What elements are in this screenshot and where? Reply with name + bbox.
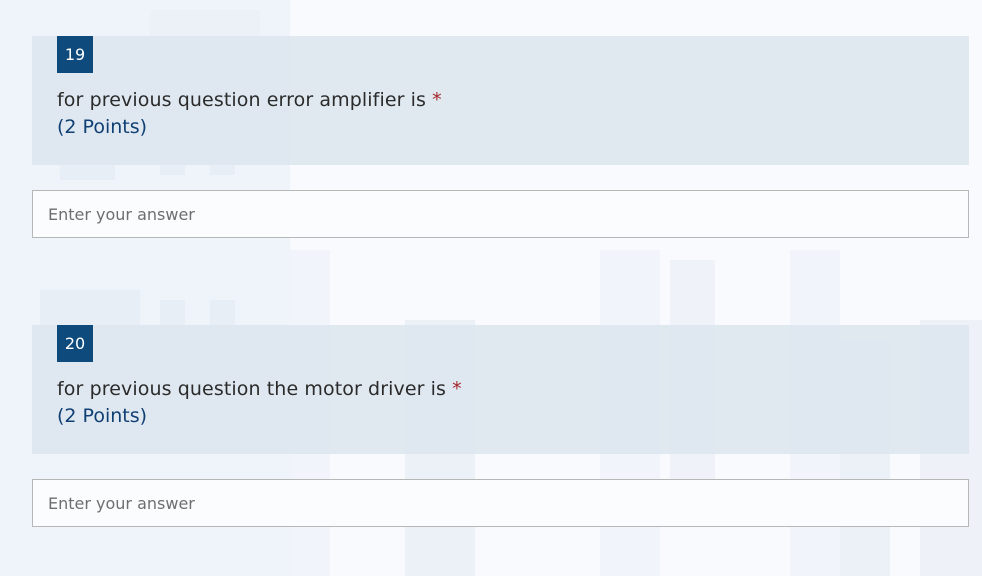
question-19-header: 19 for previous question error amplifier…	[32, 36, 969, 165]
answer-input-20[interactable]	[33, 480, 968, 526]
form-body: 19 for previous question error amplifier…	[32, 36, 969, 527]
question-title: for previous question error amplifier is…	[57, 89, 442, 111]
answer-field-container	[32, 479, 969, 527]
required-mark: *	[432, 89, 442, 111]
question-points: (2 Points)	[57, 405, 148, 427]
question-20-header: 20 for previous question the motor drive…	[32, 325, 969, 454]
answer-field-container	[32, 190, 969, 238]
question-number-badge: 19	[57, 36, 93, 73]
answer-input-19[interactable]	[33, 191, 968, 237]
required-mark: *	[452, 378, 462, 400]
question-text: for previous question error amplifier is	[57, 89, 427, 111]
question-text: for previous question the motor driver i…	[57, 378, 447, 400]
question-title: for previous question the motor driver i…	[57, 378, 462, 400]
question-number-badge: 20	[57, 325, 93, 362]
question-points: (2 Points)	[57, 116, 148, 138]
